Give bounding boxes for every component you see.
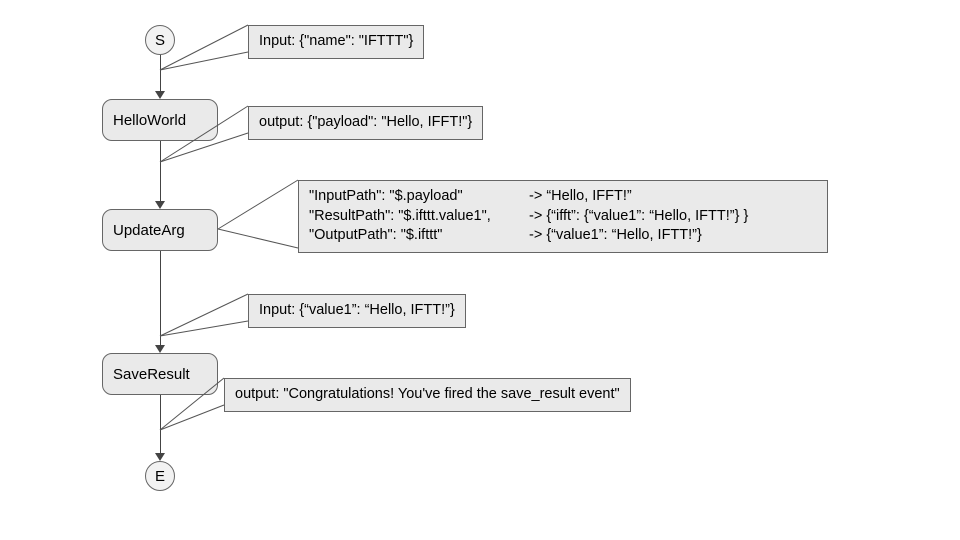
update-inputpath-key: "InputPath": "$.payload" [309,187,529,207]
arrowhead-1 [155,91,165,99]
callout-input-1: Input: {"name": "IFTTT"} [248,25,424,59]
start-node: S [145,25,175,55]
arrowhead-3 [155,345,165,353]
step-updatearg: UpdateArg [102,209,218,251]
callout-input-2-text: Input: {“value1”: “Hello, IFTT!”} [259,302,455,318]
update-outputpath-val: -> {“value1”: “Hello, IFTT!”} [529,227,702,243]
callout-input-1-text: Input: {"name": "IFTTT"} [259,33,413,49]
step-saveresult: SaveResult [102,353,218,395]
lead-updatearg [0,0,960,540]
update-resultpath-val: -> {“ifft”: {“value1”: “Hello, IFTT!”} } [529,208,748,224]
step-helloworld: HelloWorld [102,99,218,141]
callout-input-2: Input: {“value1”: “Hello, IFTT!”} [248,294,466,328]
callout-output-2-text: output: "Congratulations! You've fired t… [235,386,620,402]
lead-output-1 [0,0,960,540]
update-outputpath-key: "OutputPath": "$.ifttt" [309,226,529,246]
arrow-update-to-save [160,251,161,347]
lead-input-1 [0,0,960,540]
arrow-s-to-hello [160,55,161,93]
arrowhead-2 [155,201,165,209]
step-saveresult-label: SaveResult [113,366,190,383]
end-node: E [145,461,175,491]
arrowhead-4 [155,453,165,461]
lead-output-2 [0,0,960,540]
update-resultpath-key: "ResultPath": "$.ifttt.value1", [309,207,529,227]
callout-output-1-text: output: {"payload": "Hello, IFFT!"} [259,114,472,130]
callout-output-2: output: "Congratulations! You've fired t… [224,378,631,412]
callout-output-1: output: {"payload": "Hello, IFFT!"} [248,106,483,140]
end-node-label: E [155,468,165,485]
update-inputpath-val: -> “Hello, IFFT!” [529,188,632,204]
lead-input-2 [0,0,960,540]
arrow-hello-to-update [160,141,161,203]
arrow-save-to-end [160,395,161,455]
step-updatearg-label: UpdateArg [113,222,185,239]
start-node-label: S [155,32,165,49]
callout-updatearg-paths: "InputPath": "$.payload"-> “Hello, IFFT!… [298,180,828,253]
step-helloworld-label: HelloWorld [113,112,186,129]
